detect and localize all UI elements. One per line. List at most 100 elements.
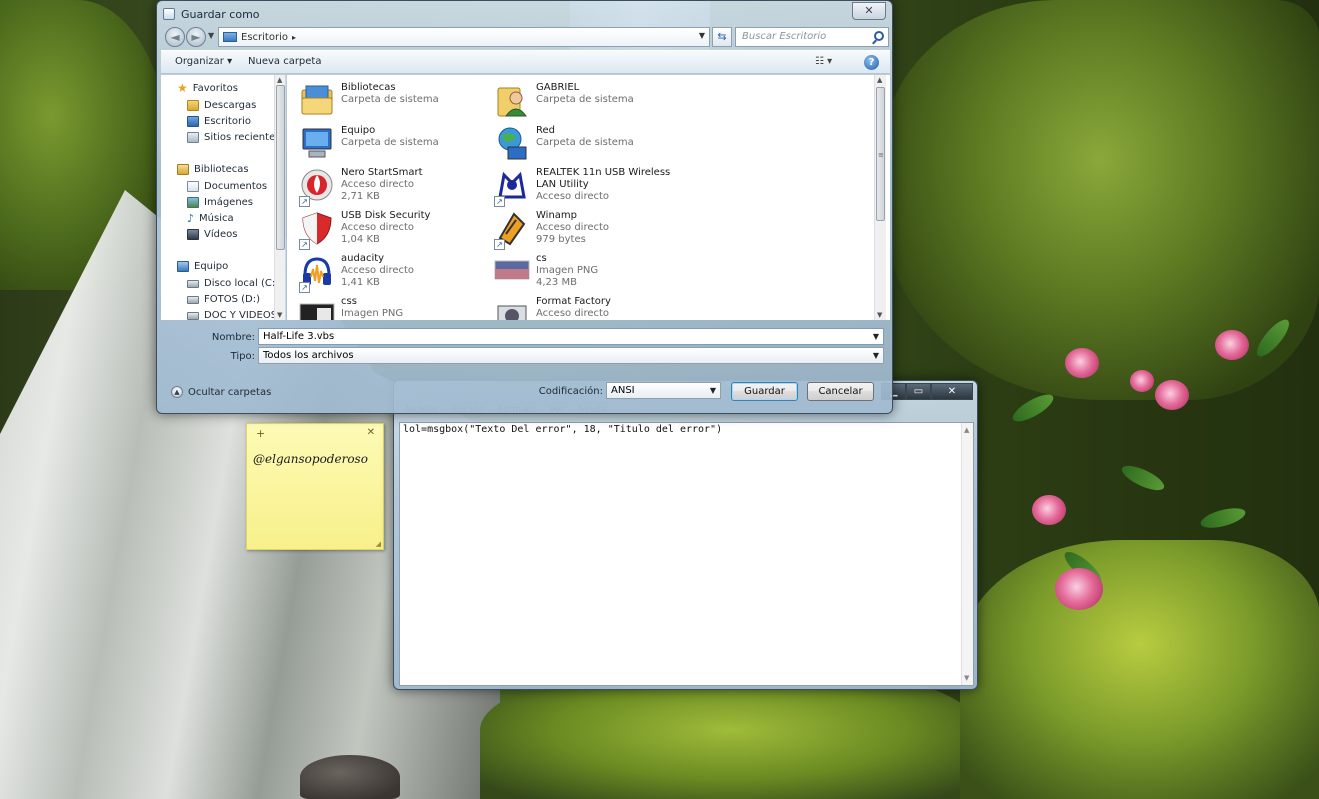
search-icon[interactable] (874, 31, 884, 41)
filetype-select[interactable]: Todos los archivos ▼ (258, 347, 884, 364)
nav-favorites-label: Favoritos (192, 83, 238, 94)
file-item-cs[interactable]: cs Imagen PNG 4,23 MB (494, 251, 684, 293)
address-row: ◄ ► ▼ Escritorio ▸ ▼ ⇆ Buscar Escritorio (161, 25, 890, 49)
scroll-up-arrow-icon[interactable]: ▲ (877, 76, 882, 84)
nav-libraries[interactable]: Bibliotecas (177, 164, 249, 175)
nav-item-musica[interactable]: ♪ Música (187, 213, 234, 224)
nav-item-imagenes[interactable]: Imágenes (187, 197, 253, 208)
filetype-dropdown-icon[interactable]: ▼ (873, 351, 879, 360)
search-input[interactable]: Buscar Escritorio (735, 27, 889, 47)
nav-item-documentos[interactable]: Documentos (187, 181, 267, 192)
recent-places-icon (187, 132, 199, 143)
help-icon[interactable]: ? (864, 55, 879, 70)
back-button[interactable]: ◄ (165, 27, 185, 47)
file-item-red[interactable]: Red Carpeta de sistema (494, 123, 684, 165)
navigation-scrollbar[interactable]: ▲ ▼ (274, 75, 285, 320)
hide-folders-button[interactable]: ▲ Ocultar carpetas (171, 386, 271, 398)
file-item-usb-disk-security[interactable]: ↗ USB Disk Security Acceso directo 1,04 … (299, 208, 489, 250)
file-item-winamp[interactable]: ↗ Winamp Acceso directo 979 bytes (494, 208, 684, 250)
wallpaper-flower (1215, 330, 1249, 360)
notepad-text-area[interactable]: lol=msgbox("Texto Del error", 18, "Titul… (399, 422, 974, 686)
shortcut-arrow-icon: ↗ (299, 239, 310, 250)
file-name: Bibliotecas (341, 82, 396, 93)
file-name: Equipo (341, 125, 376, 136)
file-size: 4,23 MB (536, 277, 577, 288)
scroll-down-arrow-icon[interactable]: ▼ (277, 311, 282, 319)
encoding-dropdown-icon[interactable]: ▼ (710, 386, 716, 395)
file-item-gabriel[interactable]: GABRIEL Carpeta de sistema (494, 80, 684, 122)
recent-locations-dropdown-icon[interactable]: ▼ (208, 31, 214, 40)
refresh-button[interactable]: ⇆ (712, 27, 732, 47)
sticky-close-button[interactable]: ✕ (367, 427, 375, 438)
network-icon (498, 127, 527, 160)
sticky-note[interactable]: + ✕ @elgansopoderoso ◢ (246, 423, 384, 550)
file-name: css (341, 296, 357, 307)
nav-item-disco-local[interactable]: Disco local (C:) (187, 278, 279, 289)
file-type: Acceso directo (341, 179, 415, 190)
nav-item-videos[interactable]: Vídeos (187, 229, 237, 240)
file-type: Carpeta de sistema (536, 137, 634, 148)
file-item-audacity[interactable]: ↗ audacity Acceso directo 1,41 KB (299, 251, 489, 293)
nav-item-doc-y-videos[interactable]: DOC Y VIDEOS (E (187, 310, 285, 320)
nav-item-escritorio[interactable]: Escritorio (187, 116, 251, 127)
dialog-titlebar[interactable]: Guardar como (163, 5, 863, 23)
navigation-pane: ★ Favoritos Descargas Escritorio Sitios … (161, 75, 286, 320)
encoding-select[interactable]: ANSI ▼ (606, 382, 721, 399)
wallpaper-moss-right (880, 0, 1319, 400)
nav-favorites[interactable]: ★ Favoritos (177, 82, 238, 94)
file-name: Nero StartSmart (341, 167, 423, 178)
organize-menu-button[interactable]: Organizar ▾ (175, 56, 232, 67)
file-type: Carpeta de sistema (536, 94, 634, 105)
forward-button[interactable]: ► (186, 27, 206, 47)
notepad-content[interactable]: lol=msgbox("Texto Del error", 18, "Titul… (403, 424, 722, 435)
file-item-equipo[interactable]: Equipo Carpeta de sistema (299, 123, 489, 165)
pictures-icon (187, 197, 199, 208)
file-item-nero[interactable]: ↗ Nero StartSmart Acceso directo 2,71 KB (299, 165, 489, 207)
nav-item-label: Sitios recientes (204, 132, 281, 143)
file-item-realtek[interactable]: ↗ REALTEK 11n USB Wireless LAN Utility A… (494, 165, 684, 207)
save-button[interactable]: Guardar (731, 382, 798, 401)
breadcrumb-location[interactable]: Escritorio (241, 32, 288, 43)
nav-item-fotos[interactable]: FOTOS (D:) (187, 294, 260, 305)
close-button[interactable]: ✕ (931, 383, 973, 400)
nav-item-descargas[interactable]: Descargas (187, 100, 256, 111)
scroll-down-arrow-icon[interactable]: ▼ (877, 311, 882, 319)
file-size: 979 bytes (536, 234, 586, 245)
notepad-scrollbar[interactable]: ▲ ▼ (961, 423, 973, 685)
address-dropdown-icon[interactable]: ▼ (699, 31, 705, 40)
nav-item-label: Documentos (204, 181, 268, 192)
file-item-format-factory[interactable]: Format Factory Acceso directo (494, 294, 684, 320)
scroll-down-arrow-icon[interactable]: ▼ (964, 674, 969, 682)
sticky-resize-grip[interactable]: ◢ (376, 540, 381, 548)
filename-value: Half-Life 3.vbs (263, 331, 335, 342)
nav-computer[interactable]: Equipo (177, 261, 228, 272)
file-type: Acceso directo (536, 222, 610, 233)
nav-item-label: Disco local (C:) (204, 278, 280, 289)
maximize-button[interactable]: ▭ (906, 383, 931, 400)
file-name: cs (536, 253, 547, 264)
scroll-up-arrow-icon[interactable]: ▲ (277, 76, 282, 84)
file-item-css[interactable]: css Imagen PNG (299, 294, 489, 320)
libraries-icon (177, 164, 189, 175)
nav-item-sitios-recientes[interactable]: Sitios recientes (187, 132, 280, 143)
scrollbar-grip-icon: ≡ (878, 151, 884, 159)
nav-libraries-label: Bibliotecas (194, 164, 249, 175)
filename-field[interactable]: Half-Life 3.vbs ▼ (258, 328, 884, 345)
file-type: Acceso directo (341, 265, 415, 276)
change-view-button[interactable]: ☷ ▾ (815, 56, 832, 67)
address-bar[interactable]: Escritorio ▸ ▼ (218, 27, 710, 47)
file-list-scrollbar[interactable]: ▲ ≡ ▼ (874, 75, 886, 320)
scroll-up-arrow-icon[interactable]: ▲ (964, 426, 969, 434)
scrollbar-thumb[interactable] (276, 85, 285, 250)
file-item-bibliotecas[interactable]: Bibliotecas Carpeta de sistema (299, 80, 489, 122)
breadcrumb-arrow-icon[interactable]: ▸ (292, 33, 296, 42)
dialog-close-button[interactable]: ✕ (852, 2, 886, 20)
downloads-folder-icon (187, 100, 199, 111)
sticky-add-button[interactable]: + (256, 427, 265, 440)
wallpaper-flower (1032, 495, 1066, 525)
cancel-button[interactable]: Cancelar (807, 382, 874, 401)
sticky-note-text[interactable]: @elgansopoderoso (253, 452, 368, 466)
new-folder-button[interactable]: Nueva carpeta (248, 56, 321, 67)
filename-dropdown-icon[interactable]: ▼ (873, 332, 879, 341)
file-type: Imagen PNG (536, 265, 599, 276)
